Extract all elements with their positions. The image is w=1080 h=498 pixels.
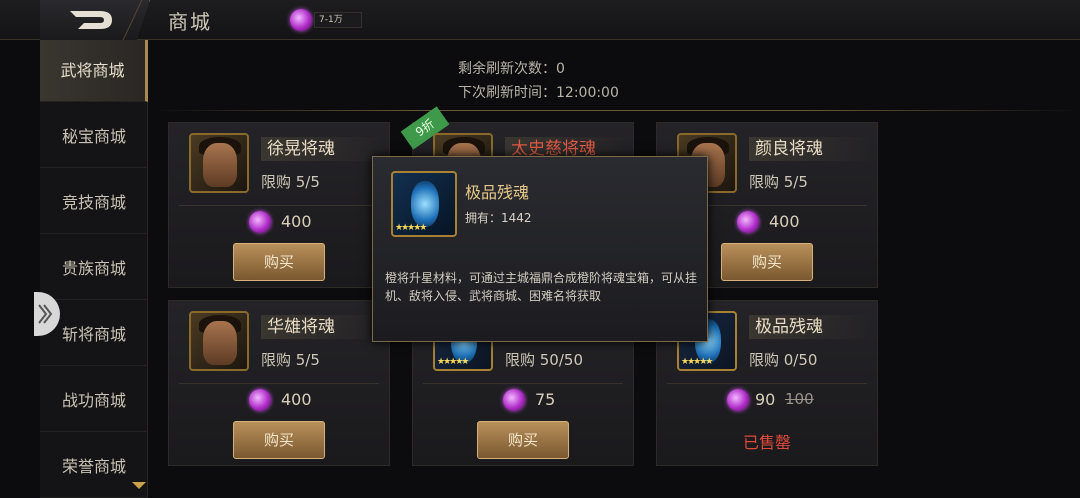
item-name: 极品残魂 — [749, 315, 871, 339]
page-title: 商城 — [168, 10, 212, 34]
top-bar: 商城 7-1万 — [0, 0, 1080, 40]
star-rating-icon: ★★★★★ — [395, 223, 427, 233]
item-price: 90 — [755, 390, 776, 409]
soul-orb-icon — [727, 389, 749, 411]
shop-sidebar: 武将商城 秘宝商城 竞技商城 贵族商城 斩将商城 战功商城 荣誉商城 — [40, 40, 148, 498]
original-price: 100 — [785, 390, 814, 408]
refresh-next-time: 下次刷新时间：12:00:00 — [458, 85, 619, 101]
soul-orb-icon — [249, 211, 271, 233]
sidebar-item-general-shop[interactable]: 武将商城 — [40, 40, 148, 102]
item-portrait[interactable] — [189, 133, 249, 193]
purchase-limit: 限购 5/5 — [261, 173, 320, 191]
buy-button[interactable]: 购买 — [721, 243, 813, 281]
tooltip-description: 橙将升星材料，可通过主城福鼎合成橙阶将魂宝箱，可从挂机、敌将入侵、武将商城、困难… — [385, 271, 698, 303]
soul-orb-icon — [737, 211, 759, 233]
shop-card: 华雄将魂 限购 5/5 400 购买 — [168, 300, 390, 466]
soul-orb-icon — [249, 389, 271, 411]
divider — [152, 110, 1080, 111]
back-icon — [70, 11, 112, 29]
sidebar-item-noble-shop[interactable]: 贵族商城 — [40, 238, 148, 300]
sidebar-item-arena-shop[interactable]: 竞技商城 — [40, 172, 148, 234]
tooltip-owned-count: 拥有：1442 — [465, 211, 532, 225]
buy-button[interactable]: 购买 — [233, 243, 325, 281]
soul-orb-icon — [503, 389, 525, 411]
star-rating-icon: ★★★★★ — [681, 357, 713, 367]
item-name: 华雄将魂 — [261, 315, 383, 339]
refresh-remaining: 剩余刷新次数：0 — [458, 61, 565, 77]
soul-orb-icon — [290, 9, 312, 31]
buy-button[interactable]: 购买 — [233, 421, 325, 459]
sidebar-item-merit-shop[interactable]: 战功商城 — [40, 370, 148, 432]
purchase-limit: 限购 0/50 — [749, 351, 818, 369]
sidebar-item-treasure-shop[interactable]: 秘宝商城 — [40, 106, 148, 168]
scroll-down-icon[interactable] — [132, 482, 146, 489]
purchase-limit: 限购 5/5 — [749, 173, 808, 191]
item-tooltip: ★★★★★ 极品残魂 拥有：1442 橙将升星材料，可通过主城福鼎合成橙阶将魂宝… — [372, 156, 708, 342]
item-name: 颜良将魂 — [749, 137, 871, 161]
item-portrait[interactable] — [189, 311, 249, 371]
tooltip-item-icon: ★★★★★ — [391, 171, 457, 237]
sold-out-label: 已售罄 — [742, 433, 791, 452]
tooltip-item-name: 极品残魂 — [465, 183, 530, 202]
item-price: 400 — [769, 212, 800, 231]
star-rating-icon: ★★★★★ — [437, 357, 469, 367]
item-price: 75 — [535, 390, 556, 409]
purchase-limit: 限购 50/50 — [505, 351, 583, 369]
item-price: 400 — [281, 390, 312, 409]
item-price: 400 — [281, 212, 312, 231]
currency-amount: 7-1万 — [314, 12, 362, 28]
item-name: 徐晃将魂 — [261, 137, 383, 161]
chevron-right-icon — [38, 304, 53, 324]
buy-button[interactable]: 购买 — [477, 421, 569, 459]
purchase-limit: 限购 5/5 — [261, 351, 320, 369]
currency-display: 7-1万 — [290, 9, 366, 33]
shop-card: 徐晃将魂 限购 5/5 400 购买 — [168, 122, 390, 288]
